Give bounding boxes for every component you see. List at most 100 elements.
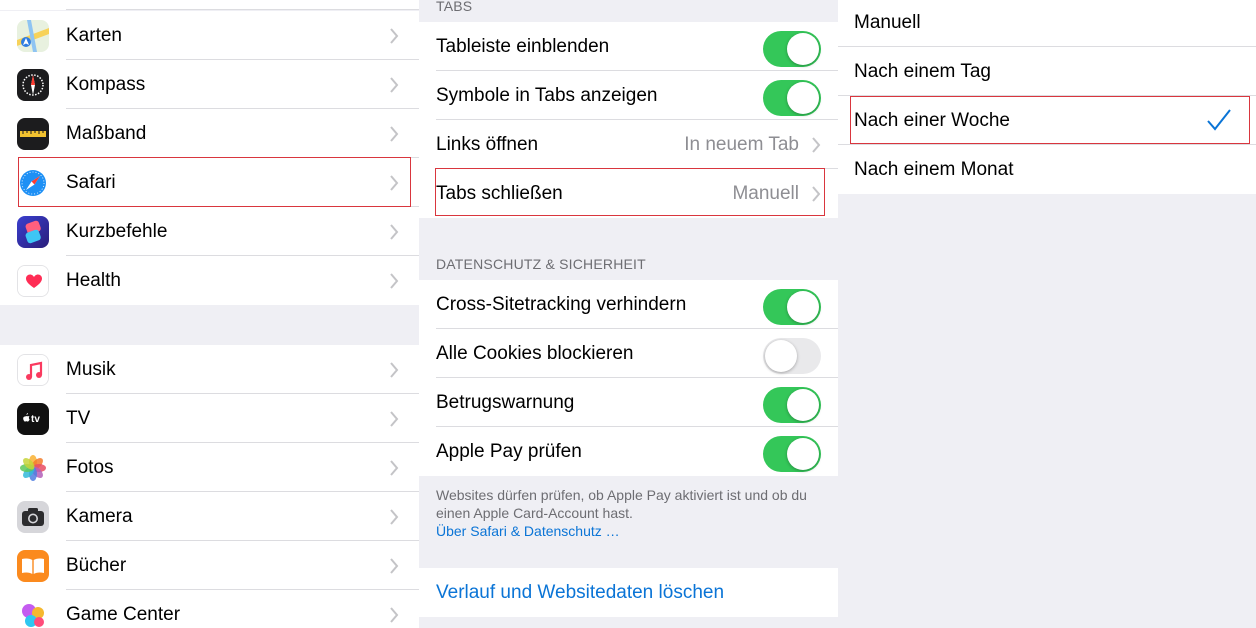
privacy-group: Cross-Sitetracking verhindern Alle Cooki… [419, 280, 838, 476]
row-label: Apple Pay prüfen [436, 441, 582, 462]
tv-icon-text: tv [31, 414, 40, 425]
chevron-right-icon [390, 411, 399, 427]
settings-row-massband[interactable]: Maßband [0, 109, 419, 158]
option-label: Nach einer Woche [854, 110, 1010, 131]
privacy-footnote: Websites dürfen prüfen, ob Apple Pay akt… [436, 486, 826, 540]
row-label: Tabs schließen [436, 183, 563, 204]
chevron-right-icon [390, 509, 399, 525]
settings-row-label: Kompass [66, 74, 146, 95]
settings-row-label: Safari [66, 172, 116, 193]
clear-history-button[interactable]: Verlauf und Websitedaten löschen [436, 568, 724, 617]
settings-row-kompass[interactable]: Kompass [0, 60, 419, 109]
settings-row-label: Bücher [66, 555, 127, 576]
row-label: Symbole in Tabs anzeigen [436, 85, 658, 106]
settings-row-kamera[interactable]: Kamera [0, 492, 419, 541]
settings-row-safari[interactable]: Safari [0, 158, 419, 207]
tab-bar-toggle-row: Tableiste einblenden [419, 22, 838, 71]
settings-row-label: Health [66, 270, 121, 291]
chevron-right-icon [390, 558, 399, 574]
cross-site-tracking-row: Cross-Sitetracking verhindern [419, 280, 838, 329]
close-tabs-options-group: Manuell Nach einem Tag Nach einer Woche … [838, 0, 1256, 194]
row-label: Cross-Sitetracking verhindern [436, 294, 687, 315]
clear-history-group: Verlauf und Websitedaten löschen [419, 568, 838, 617]
settings-row-label: Kurzbefehle [66, 221, 168, 242]
row-label: Links öffnen [436, 134, 539, 155]
option-nach-einem-monat[interactable]: Nach einem Monat [838, 145, 1256, 194]
row-label: Alle Cookies blockieren [436, 343, 634, 364]
settings-row-label: TV [66, 408, 91, 429]
health-icon [17, 265, 49, 297]
option-label: Nach einem Tag [854, 61, 991, 82]
fraud-warning-toggle[interactable] [763, 387, 821, 423]
tab-bar-toggle[interactable] [763, 31, 821, 67]
option-manuell[interactable]: Manuell [838, 0, 1256, 47]
settings-row-game-center[interactable]: Game Center [0, 590, 419, 628]
block-cookies-toggle[interactable] [763, 338, 821, 374]
row-label: Betrugswarnung [436, 392, 575, 413]
checkmark-icon [1207, 109, 1231, 131]
option-label: Nach einem Monat [854, 159, 1014, 180]
privacy-info-link[interactable]: Über Safari & Datenschutz … [436, 523, 620, 539]
game-center-icon [17, 599, 49, 628]
music-icon [17, 354, 49, 386]
chevron-right-icon [390, 77, 399, 93]
settings-row-label: Fotos [66, 457, 114, 478]
chevron-right-icon [390, 460, 399, 476]
settings-row-fotos[interactable]: Fotos [0, 443, 419, 492]
safari-icon [17, 167, 49, 199]
tabs-section-header: TABS [436, 0, 473, 14]
chevron-right-icon [390, 175, 399, 191]
block-cookies-row: Alle Cookies blockieren [419, 329, 838, 378]
tab-icons-toggle[interactable] [763, 80, 821, 116]
measure-icon [17, 118, 49, 150]
open-links-value: In neuem Tab [684, 134, 799, 155]
chevron-right-icon [390, 607, 399, 623]
close-tabs-value: Manuell [732, 183, 799, 204]
camera-icon [17, 501, 49, 533]
settings-group-1: Karten Kompass Maßband Safari Kurzbefehl… [0, 11, 419, 305]
option-nach-einer-woche[interactable]: Nach einer Woche [838, 96, 1256, 145]
safari-settings-panel: TABS Tableiste einblenden Symbole in Tab… [419, 0, 838, 628]
chevron-right-icon [390, 362, 399, 378]
chevron-right-icon [812, 137, 821, 153]
clear-history-row[interactable]: Verlauf und Websitedaten löschen [419, 568, 838, 617]
settings-row-tv[interactable]: tv TV [0, 394, 419, 443]
compass-icon [17, 69, 49, 101]
settings-row-musik[interactable]: Musik [0, 345, 419, 394]
row-label: Tableiste einblenden [436, 36, 610, 57]
tabs-group: Tableiste einblenden Symbole in Tabs anz… [419, 22, 838, 218]
settings-row-buecher[interactable]: Bücher [0, 541, 419, 590]
previous-row-fragment [0, 0, 419, 10]
chevron-right-icon [390, 28, 399, 44]
settings-row-kurzbefehle[interactable]: Kurzbefehle [0, 207, 419, 256]
close-tabs-panel: Manuell Nach einem Tag Nach einer Woche … [838, 0, 1256, 628]
tv-icon: tv [17, 403, 49, 435]
fraud-warning-row: Betrugswarnung [419, 378, 838, 427]
cross-site-tracking-toggle[interactable] [763, 289, 821, 325]
tab-icons-toggle-row: Symbole in Tabs anzeigen [419, 71, 838, 120]
footnote-text: Websites dürfen prüfen, ob Apple Pay akt… [436, 487, 807, 521]
settings-row-label: Musik [66, 359, 116, 380]
photos-icon [17, 452, 49, 484]
option-nach-einem-tag[interactable]: Nach einem Tag [838, 47, 1256, 96]
settings-row-label: Kamera [66, 506, 133, 527]
apple-pay-check-toggle[interactable] [763, 436, 821, 472]
option-label: Manuell [854, 12, 921, 33]
settings-row-label: Game Center [66, 604, 181, 625]
chevron-right-icon [390, 224, 399, 240]
chevron-right-icon [390, 273, 399, 289]
chevron-right-icon [812, 186, 821, 202]
books-icon [17, 550, 49, 582]
maps-icon [17, 20, 49, 52]
settings-row-karten[interactable]: Karten [0, 11, 419, 60]
close-tabs-row[interactable]: Tabs schließen Manuell [419, 169, 838, 218]
settings-row-label: Karten [66, 25, 122, 46]
settings-group-2: Musik tv TV Fotos Kamera Bücher Game Cen… [0, 345, 419, 628]
settings-row-health[interactable]: Health [0, 256, 419, 305]
settings-row-label: Maßband [66, 123, 147, 144]
privacy-section-header: DATENSCHUTZ & SICHERHEIT [436, 256, 646, 272]
apple-pay-check-row: Apple Pay prüfen [419, 427, 838, 476]
chevron-right-icon [390, 126, 399, 142]
shortcuts-icon [17, 216, 49, 248]
open-links-row[interactable]: Links öffnen In neuem Tab [419, 120, 838, 169]
